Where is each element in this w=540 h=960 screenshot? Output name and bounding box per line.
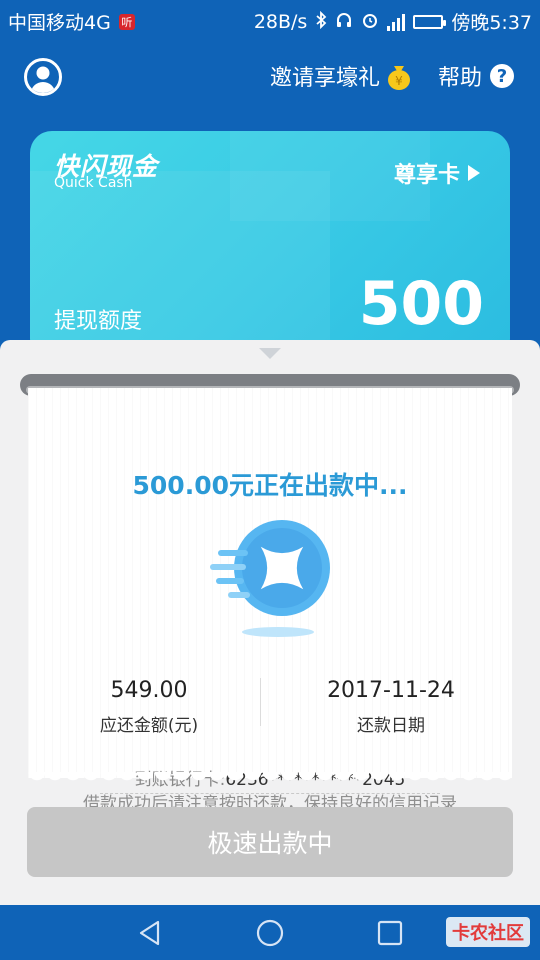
- withdraw-limit-label: 提现额度: [54, 309, 143, 334]
- help-label: 帮助: [437, 66, 482, 91]
- network-speed: 28B/s: [253, 10, 308, 33]
- app-screen: 中国移动4G 听 28B/s 傍晚5:37 邀请享壕礼 ¥ 帮助 ? 快闪现金 …: [0, 0, 540, 960]
- vip-card-link[interactable]: 尊享卡: [394, 157, 480, 189]
- flying-coin-icon: [198, 506, 338, 646]
- repay-amount-label: 应还金额(元): [99, 716, 199, 736]
- home-icon[interactable]: [256, 919, 284, 947]
- battery-icon: [413, 14, 447, 29]
- invite-button[interactable]: 邀请享壕礼 ¥: [270, 60, 412, 92]
- help-question-icon: ?: [490, 64, 514, 88]
- disbursement-sheet: 500.00元正在出款中... 549.00 应还金额(元) 2017-11-2…: [0, 340, 540, 905]
- receipt-panel: 500.00元正在出款中... 549.00 应还金额(元) 2017-11-2…: [28, 388, 512, 814]
- headphones-icon: [335, 11, 353, 33]
- carrier-badge-icon: 听: [118, 13, 135, 30]
- recent-apps-icon[interactable]: [376, 919, 404, 947]
- repay-date-block: 2017-11-24 还款日期: [270, 678, 512, 736]
- repay-date-value: 2017-11-24: [327, 678, 455, 703]
- repay-amount-block: 549.00 应还金额(元): [28, 678, 270, 736]
- invite-label: 邀请享壕礼: [269, 66, 380, 91]
- dashed-divider: [100, 793, 440, 796]
- brand-english-text: Quick Cash: [54, 175, 133, 191]
- help-button[interactable]: 帮助 ?: [438, 60, 514, 92]
- bluetooth-icon: [315, 10, 327, 33]
- status-bar: 中国移动4G 听 28B/s 傍晚5:37: [0, 0, 540, 38]
- carrier-name: 中国移动4G: [8, 12, 111, 34]
- receipt-torn-edge: [28, 772, 512, 784]
- collapse-arrow-icon[interactable]: [259, 348, 281, 359]
- signal-strength-icon: [387, 13, 406, 31]
- header-actions: 邀请享壕礼 ¥ 帮助 ?: [270, 60, 514, 92]
- watermark-text: 卡农社区: [446, 917, 530, 947]
- withdraw-limit-value: 500: [358, 269, 484, 339]
- back-icon[interactable]: [136, 919, 164, 947]
- repay-date-label: 还款日期: [357, 716, 425, 736]
- system-navigation-bar: 卡农社区: [0, 905, 540, 960]
- money-bag-icon: ¥: [387, 66, 410, 90]
- alarm-icon: [361, 11, 379, 33]
- quick-cash-card[interactable]: 快闪现金 Quick Cash 尊享卡 提现额度 500: [30, 131, 510, 361]
- play-arrow-icon: [468, 165, 480, 181]
- clock-time: 傍晚5:37: [451, 12, 532, 34]
- vip-card-label: 尊享卡: [393, 163, 460, 188]
- disbursing-button[interactable]: 极速出款中: [27, 807, 513, 877]
- svg-text:¥: ¥: [395, 74, 403, 88]
- disbursement-status: 500.00元正在出款中...: [132, 471, 408, 500]
- repay-amount-value: 549.00: [110, 678, 188, 703]
- column-divider: [260, 678, 261, 726]
- user-avatar-icon[interactable]: [24, 58, 62, 96]
